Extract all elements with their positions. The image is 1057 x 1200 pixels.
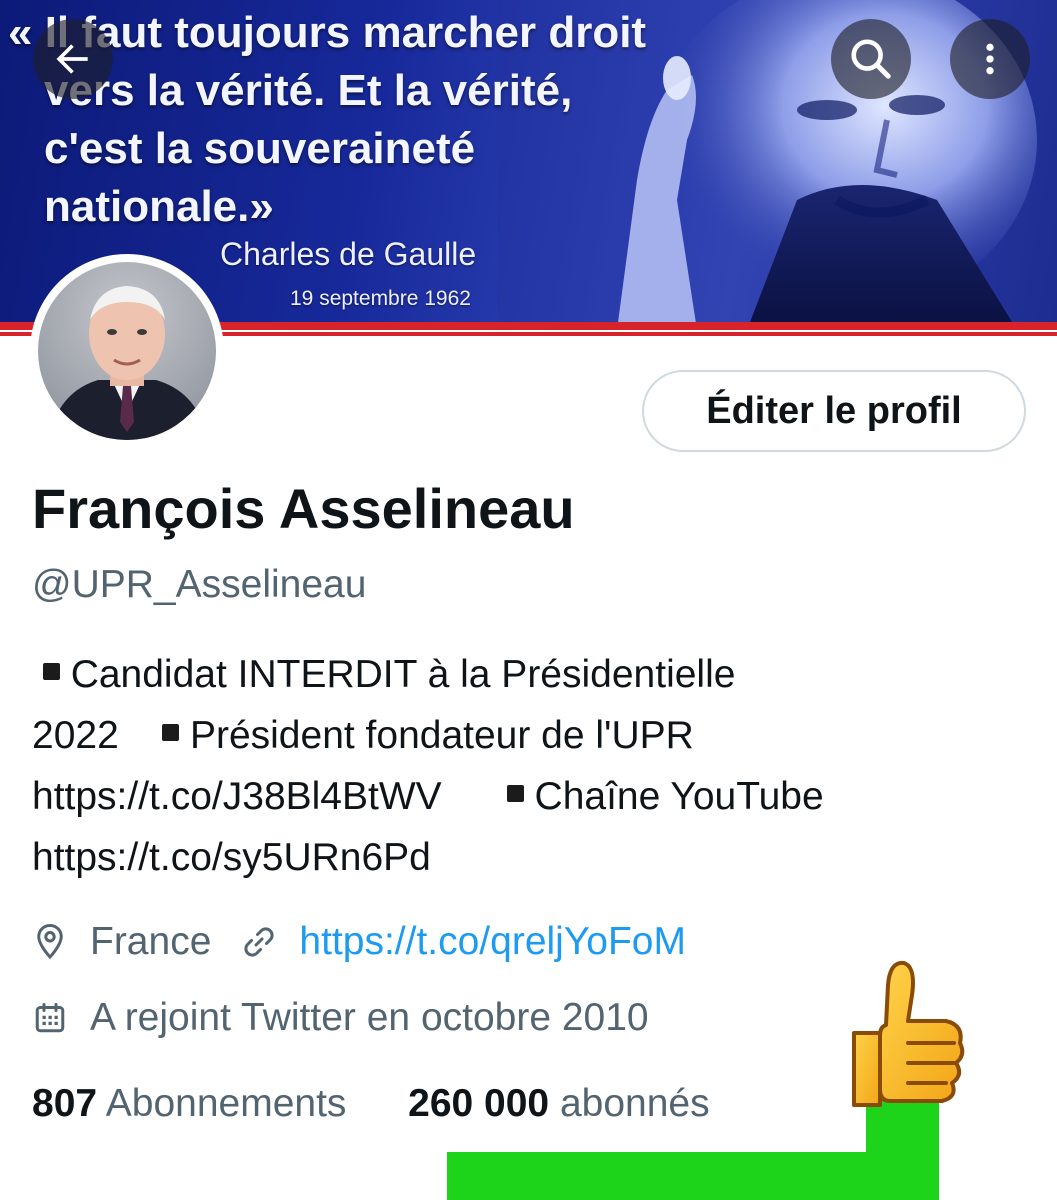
bio-line: 2022 Président fondateur de l'UPR [32, 705, 1032, 766]
quote-line: c'est la souveraineté [44, 124, 476, 173]
bio-text: 2022 [32, 714, 119, 757]
followers-link[interactable]: 260 000 abonnés [408, 1082, 709, 1125]
profile-meta-row: A rejoint Twitter en octobre 2010 [32, 996, 649, 1040]
bio-line: Candidat INTERDIT à la Présidentielle [32, 644, 1032, 705]
avatar[interactable] [30, 254, 224, 448]
black-square-icon [162, 724, 180, 741]
black-square-icon [506, 785, 524, 802]
quote-line: « Il faut toujours marcher droit [8, 8, 647, 57]
bio-link[interactable]: https://t.co/sy5URn6Pd [32, 836, 431, 879]
arrow-left-icon [56, 44, 88, 74]
banner-quote: « Il faut toujours marcher droit vers la… [8, 4, 728, 236]
following-link[interactable]: 807 Abonnements [32, 1082, 346, 1125]
follow-counts: 807 Abonnements 260 000 abonnés [32, 1082, 710, 1126]
quote-line: vers la vérité. Et la vérité, [44, 66, 573, 115]
calendar-icon [32, 996, 76, 1040]
following-count: 807 [32, 1082, 98, 1125]
joined-date: A rejoint Twitter en octobre 2010 [90, 996, 649, 1039]
followers-count: 260 000 [408, 1082, 550, 1125]
profile-bio: Candidat INTERDIT à la Présidentielle 20… [32, 644, 1032, 888]
quote-date: 19 septembre 1962 [290, 287, 471, 310]
website-link[interactable]: https://t.co/qreljYoFoM [299, 920, 686, 964]
location-icon [32, 920, 76, 964]
link-icon [241, 920, 285, 964]
search-button[interactable] [831, 19, 911, 99]
bio-line: https://t.co/J38Bl4BtWV Chaîne YouTube [32, 766, 1032, 827]
search-icon [851, 39, 891, 79]
more-options-button[interactable] [950, 19, 1030, 99]
bio-line: https://t.co/sy5URn6Pd [32, 827, 1032, 888]
bio-text: Chaîne YouTube [534, 775, 824, 818]
avatar-portrait-image [48, 286, 208, 440]
more-vertical-icon [986, 43, 994, 75]
bio-text: Président fondateur de l'UPR [189, 714, 694, 757]
black-square-icon [42, 663, 60, 680]
profile-meta-row: France https://t.co/qreljYoFoM [32, 920, 686, 964]
edit-profile-button[interactable]: Éditer le profil [642, 370, 1026, 452]
thumbs-up-icon [852, 960, 965, 1107]
bio-link[interactable]: https://t.co/J38Bl4BtWV [32, 775, 442, 818]
followers-label: abonnés [559, 1082, 710, 1125]
quote-line: nationale.» [44, 182, 274, 231]
back-button[interactable] [33, 19, 113, 99]
user-handle: @UPR_Asselineau [32, 563, 367, 606]
location-text: France [90, 920, 212, 963]
bio-text: Candidat INTERDIT à la Présidentielle [70, 653, 736, 696]
following-label: Abonnements [105, 1082, 347, 1125]
avatar-photo [38, 262, 216, 440]
quote-author: Charles de Gaulle [220, 236, 477, 272]
display-name: François Asselineau [32, 477, 575, 540]
